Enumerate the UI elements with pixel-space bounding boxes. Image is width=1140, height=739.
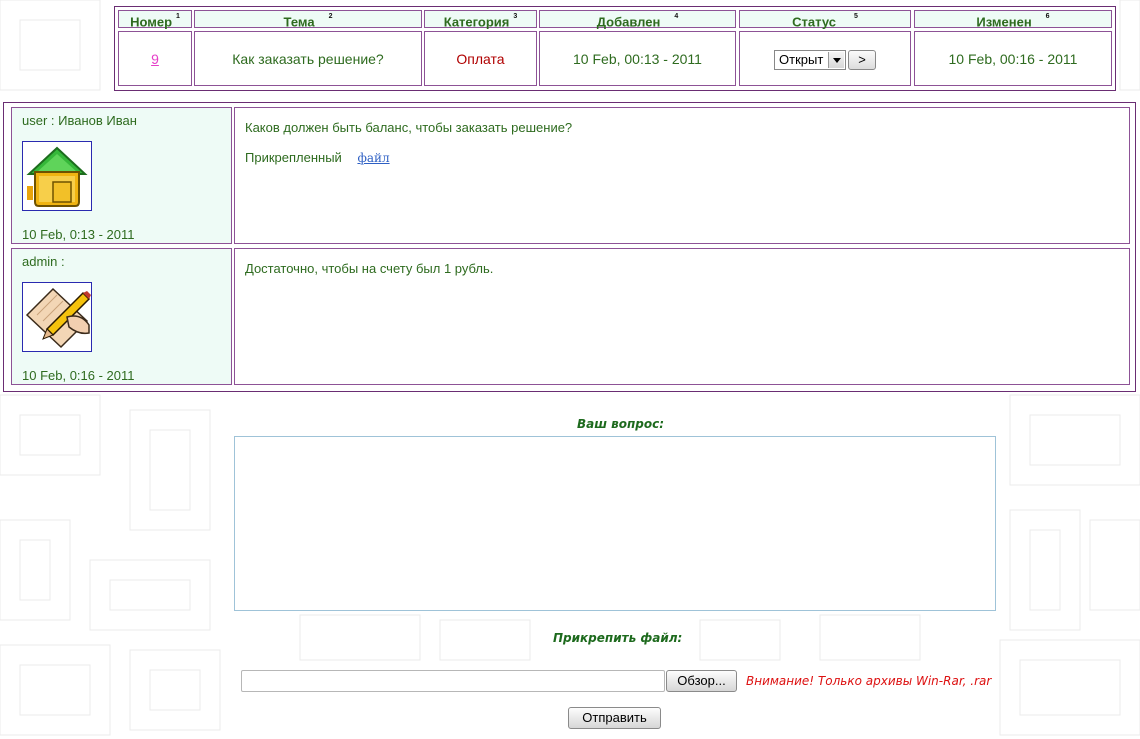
message-date: 10 Feb, 0:13 - 2011 <box>22 227 135 242</box>
message-body: Достаточно, чтобы на счету был 1 рубль. <box>234 248 1130 385</box>
message-author: admin : <box>22 254 65 269</box>
column-header-subject[interactable]: Тема 2 <box>194 10 422 30</box>
message-text: Достаточно, чтобы на счету был 1 рубль. <box>245 261 494 276</box>
question-label: Ваш вопрос: <box>577 417 665 431</box>
column-header-status[interactable]: Статус 5 <box>739 10 911 30</box>
sort-index: 3 <box>513 13 518 20</box>
status-select[interactable]: Открыт <box>774 50 846 71</box>
message-text: Каков должен быть баланс, чтобы заказать… <box>245 120 573 135</box>
sort-index: 1 <box>176 13 180 20</box>
message-body: Каков должен быть баланс, чтобы заказать… <box>234 107 1130 244</box>
house-icon <box>22 141 92 211</box>
message-date: 10 Feb, 0:16 - 2011 <box>22 368 135 383</box>
submit-button[interactable]: Отправить <box>568 707 661 729</box>
sort-index: 6 <box>1045 13 1050 20</box>
attach-file-label: Прикрепить файл: <box>553 631 683 645</box>
attachment-line: Прикрепленный файл <box>245 150 390 165</box>
column-header-changed[interactable]: Изменен 6 <box>914 10 1112 30</box>
column-header-label: Номер <box>130 14 173 30</box>
column-header-label: Тема <box>283 14 315 30</box>
column-header-number[interactable]: Номер 1 <box>118 10 192 30</box>
column-header-label: Изменен <box>976 14 1032 30</box>
ticket-table: Номер 1 Тема 2 Категория 3 Добавлен 4 Статус… <box>114 6 1116 91</box>
ticket-changed-date: 10 Feb, 00:16 - 2011 <box>914 31 1112 86</box>
browse-button[interactable]: Обзор... <box>666 670 737 692</box>
status-select-value: Открыт <box>779 52 824 68</box>
message-thread: user : Иванов Иван 10 Feb, 0:13 - 2011 К… <box>3 102 1136 392</box>
ticket-status-cell: Открыт > <box>739 31 911 86</box>
rar-only-warning: Внимание! Только архивы Win-Rar, .rar <box>746 674 992 688</box>
attachment-link[interactable]: файл <box>357 151 389 165</box>
column-header-added[interactable]: Добавлен 4 <box>539 10 736 30</box>
sort-index: 4 <box>674 13 679 20</box>
ticket-subject: Как заказать решение? <box>194 31 422 86</box>
ticket-number-cell: 9 <box>118 31 192 86</box>
column-header-label: Добавлен <box>596 14 661 30</box>
ticket-category: Оплата <box>424 31 537 86</box>
ticket-number-link[interactable]: 9 <box>151 51 159 67</box>
column-header-label: Статус <box>792 14 836 30</box>
sort-index: 2 <box>328 13 333 20</box>
chevron-down-icon[interactable] <box>828 52 844 69</box>
file-path-input[interactable] <box>241 670 665 692</box>
sort-index: 5 <box>853 13 858 20</box>
question-textarea[interactable] <box>234 436 996 611</box>
status-apply-button[interactable]: > <box>848 50 876 71</box>
message-author: user : Иванов Иван <box>22 113 137 128</box>
message-author-panel: user : Иванов Иван 10 Feb, 0:13 - 2011 <box>11 107 232 244</box>
column-header-label: Категория <box>443 14 510 30</box>
column-header-category[interactable]: Категория 3 <box>424 10 537 30</box>
attachment-label: Прикрепленный <box>245 150 342 165</box>
pencil-paper-icon <box>22 282 92 352</box>
ticket-added-date: 10 Feb, 00:13 - 2011 <box>539 31 736 86</box>
message-author-panel: admin : 10 Feb, 0:16 - 2011 <box>11 248 232 385</box>
